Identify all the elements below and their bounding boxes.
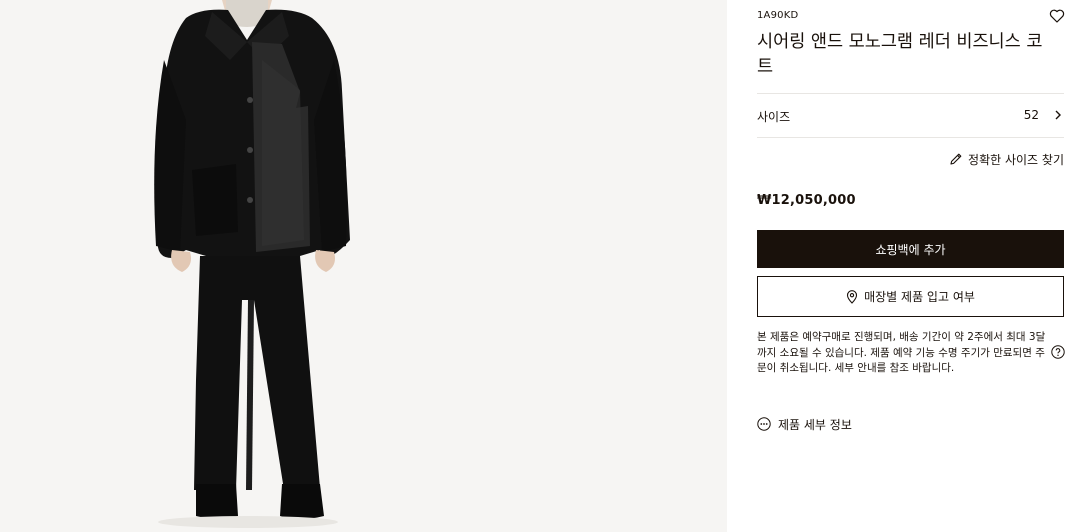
preorder-notice: 본 제품은 예약구매로 진행되며, 배송 기간이 약 2주에서 최대 3달까지 … xyxy=(757,331,1046,374)
store-availability-label: 매장별 제품 입고 여부 xyxy=(864,290,975,304)
product-title: 시어링 앤드 모노그램 레더 비즈니스 코트 xyxy=(757,32,1043,77)
find-size-label: 정확한 사이즈 찾기 xyxy=(968,152,1064,167)
heart-icon[interactable] xyxy=(1049,8,1065,24)
chevron-right-icon xyxy=(1055,110,1061,120)
more-dots-circle-icon xyxy=(757,417,771,431)
find-size-link[interactable]: 정확한 사이즈 찾기 xyxy=(949,150,1064,168)
add-to-bag-button[interactable]: 쇼핑백에 추가 xyxy=(757,230,1064,268)
ruler-pencil-icon xyxy=(950,153,962,165)
model-wearing-coat-image xyxy=(0,0,727,532)
product-details-link[interactable]: 제품 세부 정보 xyxy=(757,415,852,433)
size-selector[interactable]: 사이즈 52 xyxy=(757,104,1064,128)
map-pin-icon xyxy=(847,289,858,304)
product-image[interactable] xyxy=(0,0,727,532)
product-sku: 1A90KD xyxy=(757,10,799,21)
product-price: ₩12,050,000 xyxy=(757,193,856,208)
divider xyxy=(757,137,1064,138)
size-label: 사이즈 xyxy=(757,110,791,124)
size-value: 52 xyxy=(1023,108,1039,122)
product-details-label: 제품 세부 정보 xyxy=(778,417,852,432)
divider xyxy=(757,93,1064,94)
question-circle-icon[interactable] xyxy=(1051,345,1065,359)
store-availability-button[interactable]: 매장별 제품 입고 여부 xyxy=(757,276,1064,317)
product-info-panel: 1A90KD 시어링 앤드 모노그램 레더 비즈니스 코트 사이즈 52 정확한… xyxy=(757,0,1065,532)
